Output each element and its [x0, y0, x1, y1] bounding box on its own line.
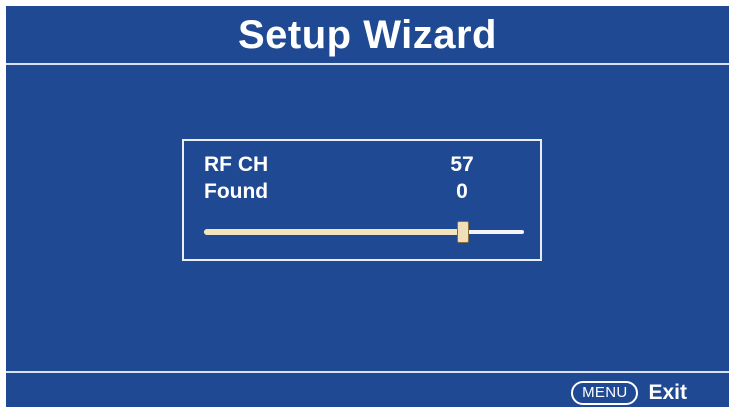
scan-progress-bar [204, 221, 524, 243]
page-title: Setup Wizard [238, 12, 497, 57]
found-row: Found 0 [204, 180, 520, 206]
found-label: Found [204, 180, 269, 203]
setup-wizard-screen: Setup Wizard RF CH 57 Found 0 MENU Exit [6, 6, 729, 407]
title-divider [6, 63, 729, 65]
progress-thumb [457, 221, 470, 243]
footer-hint: MENU Exit [571, 380, 687, 406]
footer-divider [6, 371, 729, 373]
menu-key-button[interactable]: MENU [571, 381, 639, 405]
progress-fill [204, 229, 464, 235]
rf-channel-value: 57 [450, 153, 474, 176]
title-bar: Setup Wizard [6, 6, 729, 62]
channel-scan-panel: RF CH 57 Found 0 [182, 139, 542, 261]
rf-channel-label: RF CH [204, 153, 269, 176]
found-value: 0 [456, 180, 468, 203]
rf-channel-row: RF CH 57 [204, 153, 520, 179]
exit-label: Exit [648, 381, 687, 404]
